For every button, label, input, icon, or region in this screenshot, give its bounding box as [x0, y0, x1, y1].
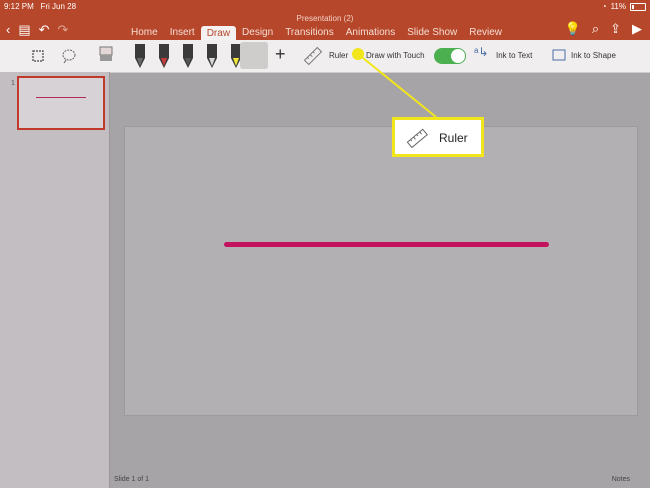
- ruler-callout-label: Ruler: [439, 131, 468, 145]
- callout-connector: [357, 53, 437, 118]
- ruler-callout: Ruler: [392, 117, 484, 157]
- callout-dot: [352, 48, 364, 60]
- ruler-callout-icon: [405, 128, 429, 153]
